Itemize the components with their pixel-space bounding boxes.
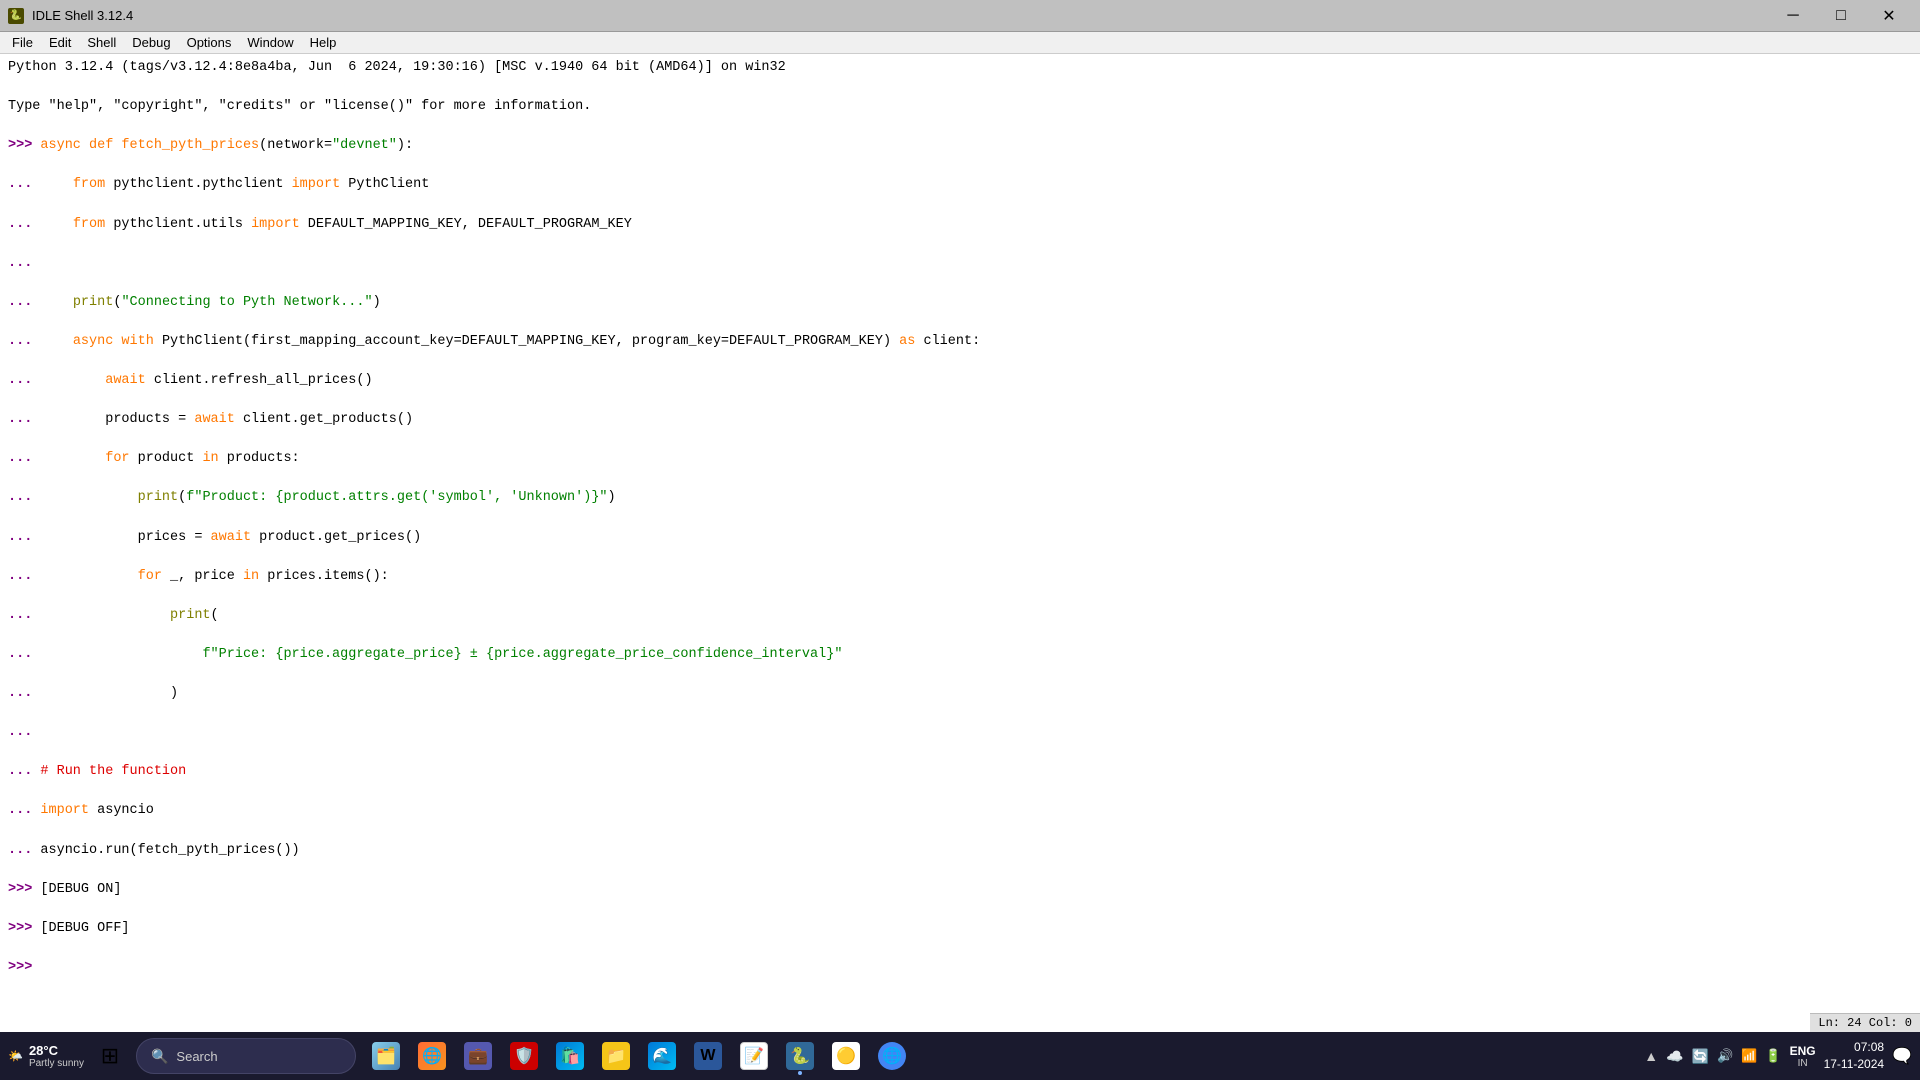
word-icon: W bbox=[694, 1042, 722, 1070]
cloud-icon[interactable]: ☁️ bbox=[1666, 1048, 1683, 1065]
files-icon: 📁 bbox=[602, 1042, 630, 1070]
tray-icons: ▲ ☁️ 🔄 🔊 📶 🔋 bbox=[1644, 1048, 1781, 1065]
explorer-icon: 🗂️ bbox=[372, 1042, 400, 1070]
system-clock[interactable]: 07:08 17-11-2024 bbox=[1824, 1039, 1885, 1073]
system-tray: ▲ ☁️ 🔄 🔊 📶 🔋 ENG IN 07:08 17-11-2024 🗨️ bbox=[1644, 1039, 1912, 1073]
menu-options[interactable]: Options bbox=[179, 33, 240, 52]
search-label: Search bbox=[176, 1049, 217, 1064]
taskbar-app-files[interactable]: 📁 bbox=[594, 1034, 638, 1078]
menu-help[interactable]: Help bbox=[302, 33, 345, 52]
menu-shell[interactable]: Shell bbox=[79, 33, 124, 52]
battery-icon[interactable]: 🔋 bbox=[1765, 1048, 1781, 1064]
search-icon: 🔍 bbox=[151, 1048, 168, 1065]
status-bar: Ln: 24 Col: 0 bbox=[1810, 1013, 1920, 1032]
shell-area[interactable]: Python 3.12.4 (tags/v3.12.4:8e8a4ba, Jun… bbox=[0, 54, 1920, 1034]
network-icon[interactable]: 📶 bbox=[1741, 1048, 1757, 1064]
store-icon: 🛍️ bbox=[556, 1042, 584, 1070]
weather-icon: 🌤️ bbox=[8, 1049, 23, 1063]
taskbar-app-explorer[interactable]: 🗂️ bbox=[364, 1034, 408, 1078]
maximize-button[interactable]: □ bbox=[1818, 1, 1864, 31]
weather-condition: Partly sunny bbox=[29, 1058, 84, 1069]
taskbar-app-mcafee[interactable]: 🛡️ bbox=[502, 1034, 546, 1078]
language-indicator[interactable]: ENG IN bbox=[1790, 1044, 1816, 1069]
windows-icon: ⊞ bbox=[101, 1043, 119, 1069]
menu-bar: File Edit Shell Debug Options Window Hel… bbox=[0, 32, 1920, 54]
taskbar-app-store[interactable]: 🛍️ bbox=[548, 1034, 592, 1078]
refresh-icon[interactable]: 🔄 bbox=[1692, 1048, 1709, 1065]
teams-icon: 💼 bbox=[464, 1042, 492, 1070]
weather-info: 28°C Partly sunny bbox=[29, 1043, 84, 1069]
menu-edit[interactable]: Edit bbox=[41, 33, 79, 52]
chevron-up-icon[interactable]: ▲ bbox=[1644, 1048, 1658, 1064]
mcafee-icon: 🛡️ bbox=[510, 1042, 538, 1070]
taskbar-app-edge[interactable]: 🌊 bbox=[640, 1034, 684, 1078]
notifications-icon[interactable]: 🗨️ bbox=[1892, 1046, 1912, 1066]
taskbar-search[interactable]: 🔍 Search bbox=[136, 1038, 356, 1074]
temperature: 28°C bbox=[29, 1043, 84, 1058]
chrome2-icon: 🌐 bbox=[878, 1042, 906, 1070]
weather-widget[interactable]: 🌤️ 28°C Partly sunny bbox=[8, 1043, 84, 1069]
minimize-button[interactable]: ─ bbox=[1770, 1, 1816, 31]
taskbar-app-edge-colorful[interactable]: 🌐 bbox=[410, 1034, 454, 1078]
taskbar-app-word[interactable]: W bbox=[686, 1034, 730, 1078]
volume-icon[interactable]: 🔊 bbox=[1717, 1048, 1733, 1064]
close-button[interactable]: ✕ bbox=[1866, 1, 1912, 31]
clock-time: 07:08 bbox=[1824, 1039, 1885, 1056]
taskbar-app-python[interactable]: 🐍 bbox=[778, 1034, 822, 1078]
app-icon: 🐍 bbox=[8, 8, 24, 24]
taskbar-app-teams[interactable]: 💼 bbox=[456, 1034, 500, 1078]
title-bar: 🐍 IDLE Shell 3.12.4 ─ □ ✕ bbox=[0, 0, 1920, 32]
python-icon: 🐍 bbox=[786, 1042, 814, 1070]
notepad-icon: 📝 bbox=[740, 1042, 768, 1070]
title-bar-left: 🐍 IDLE Shell 3.12.4 bbox=[8, 8, 133, 24]
edge-icon: 🌊 bbox=[648, 1042, 676, 1070]
taskbar-app-chrome[interactable]: 🟡 bbox=[824, 1034, 868, 1078]
chrome-icon: 🟡 bbox=[832, 1042, 860, 1070]
cursor-position: Ln: 24 Col: 0 bbox=[1818, 1016, 1912, 1030]
edge-colorful-icon: 🌐 bbox=[418, 1042, 446, 1070]
window-controls: ─ □ ✕ bbox=[1770, 1, 1912, 31]
taskbar-app-notepad[interactable]: 📝 bbox=[732, 1034, 776, 1078]
start-button[interactable]: ⊞ bbox=[88, 1034, 132, 1078]
window-title: IDLE Shell 3.12.4 bbox=[32, 8, 133, 23]
menu-file[interactable]: File bbox=[4, 33, 41, 52]
menu-debug[interactable]: Debug bbox=[124, 33, 178, 52]
taskbar-apps: 🗂️ 🌐 💼 🛡️ 🛍️ 📁 🌊 W 📝 🐍 � bbox=[364, 1034, 914, 1078]
taskbar-app-chrome2[interactable]: 🌐 bbox=[870, 1034, 914, 1078]
app-active-dot bbox=[798, 1071, 802, 1075]
taskbar: 🌤️ 28°C Partly sunny ⊞ 🔍 Search 🗂️ 🌐 💼 🛡… bbox=[0, 1032, 1920, 1080]
menu-window[interactable]: Window bbox=[239, 33, 301, 52]
clock-date: 17-11-2024 bbox=[1824, 1056, 1885, 1073]
